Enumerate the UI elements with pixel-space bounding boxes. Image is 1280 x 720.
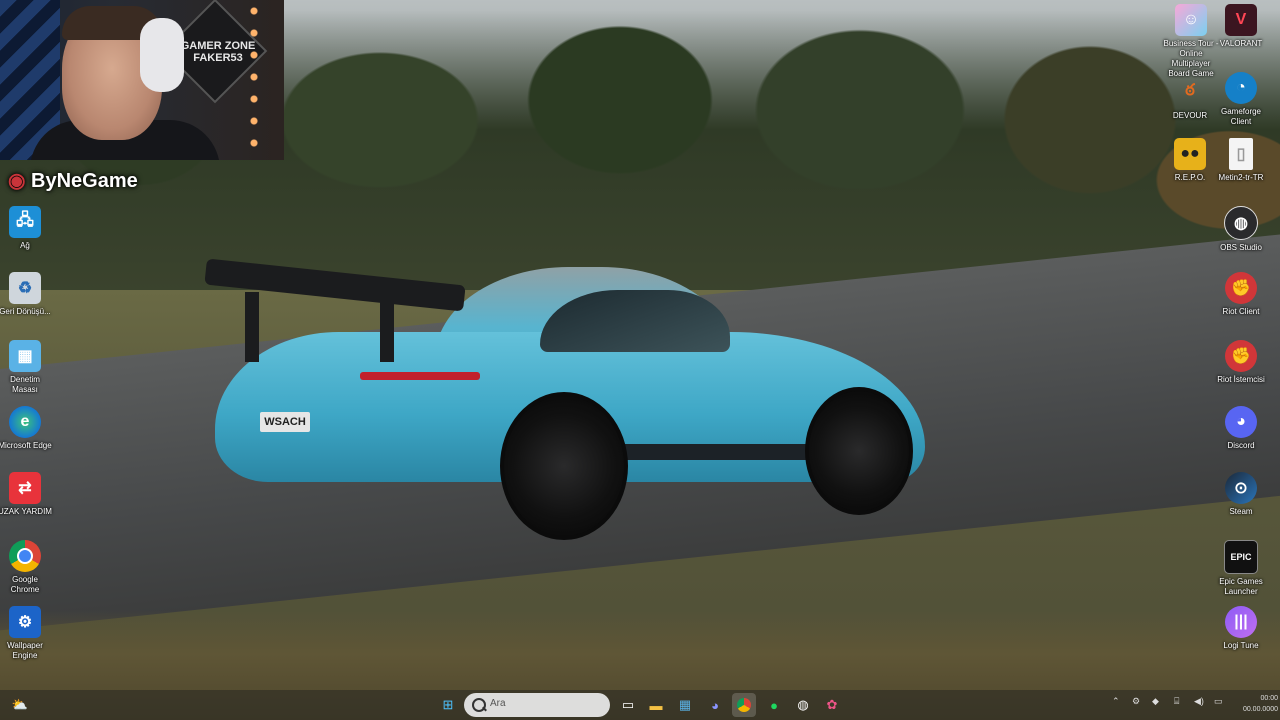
car-front-wheel	[805, 387, 913, 515]
desktop-icon-label: Ağ	[20, 241, 30, 250]
car-wing-post	[245, 292, 259, 362]
clock-date: 00.00.0000	[1242, 706, 1278, 713]
webcam-headset	[140, 18, 184, 92]
valorant-icon: V	[1225, 4, 1257, 36]
discord-icon: ◕	[1225, 406, 1257, 438]
steam-icon: ⊙	[1225, 472, 1257, 504]
desktop-icon-label: Microsoft Edge	[0, 441, 52, 450]
desktop-icon-label: Discord	[1227, 441, 1255, 450]
desktop-icon-label: Business Tour - Online Multiplayer Board…	[1163, 39, 1219, 78]
desktop-icon-devour[interactable]: ఠ DEVOUR	[1163, 76, 1217, 121]
desktop-icon-label: Geri Dönüşü...	[0, 307, 51, 316]
desktop-icon-discord[interactable]: ◕ Discord	[1214, 406, 1268, 451]
desktop-icon-logi-tune[interactable]: ||| Logi Tune	[1214, 606, 1268, 651]
desktop-icon-network[interactable]: 🖧 Ağ	[0, 206, 52, 251]
desktop-icon-label: Steam	[1229, 507, 1253, 516]
search-placeholder: Ara	[490, 698, 506, 709]
desktop-icon-label: Epic Games Launcher	[1219, 577, 1263, 596]
desktop-icon-edge[interactable]: e Microsoft Edge	[0, 406, 52, 451]
riot-istemcisi-icon: ✊	[1225, 340, 1257, 372]
desktop-icon-label: Logi Tune	[1223, 641, 1259, 650]
task-view-icon[interactable]: ▭	[616, 693, 640, 717]
desktop-icon-obs[interactable]: ◍ OBS Studio	[1214, 206, 1268, 253]
discord-icon[interactable]: ◕	[703, 693, 727, 717]
chevron-up-icon[interactable]: ⌃	[1112, 696, 1120, 707]
desktop-icon-wallpaper-engine[interactable]: ⚙ Wallpaper Engine	[0, 606, 52, 661]
obs-icon: ◍	[1224, 206, 1258, 240]
store-icon[interactable]: ▦	[673, 693, 697, 717]
car-license-plate: WSACH	[260, 412, 310, 432]
desktop-icon-label: R.E.P.O.	[1174, 173, 1206, 182]
car-side-stripe	[618, 444, 812, 460]
business-tour-icon: ☺	[1175, 4, 1207, 36]
desktop-icon-remote-help[interactable]: ⇄ UZAK YARDIM	[0, 472, 52, 517]
car-rear-wing	[204, 258, 466, 312]
desktop-icon-repo[interactable]: ●● R.E.P.O.	[1163, 138, 1217, 183]
desktop-icon-label: UZAK YARDIM	[0, 507, 52, 516]
car-taillight	[360, 372, 480, 380]
file-explorer-icon[interactable]: ▬	[644, 693, 668, 717]
desktop-icon-label: Google Chrome	[10, 575, 40, 594]
desktop-icon-control-panel[interactable]: ▦ Denetim Masası	[0, 340, 52, 395]
desktop-icon-label: DEVOUR	[1172, 111, 1208, 120]
webcam-overlay: GAMER ZONE FAKER53	[0, 0, 284, 160]
file-icon: ▯	[1229, 138, 1253, 170]
recycle-bin-icon: ♻	[9, 272, 41, 304]
spotify-icon[interactable]: ●	[762, 693, 786, 717]
desktop-icon-recycle-bin[interactable]: ♻ Geri Dönüşü...	[0, 272, 52, 317]
watermark-text: ByNeGame	[31, 170, 138, 192]
desktop-icon-valorant[interactable]: V VALORANT	[1214, 4, 1268, 49]
watermark-logo-icon: ◉	[8, 170, 26, 192]
taskbar: ⛅ ⊞ Ara ▭ ▬ ▦ ◕ ● ◍ ✿ ⌃ ⚙ ◆ ⌸ ◀) ▭ 00:00…	[0, 690, 1280, 720]
repo-icon: ●●	[1174, 138, 1206, 170]
devour-icon: ఠ	[1185, 82, 1195, 99]
wallpaper-car: WSACH	[204, 258, 935, 540]
desktop-icon-label: Metin2-tr-TR	[1218, 173, 1264, 182]
webcam-fairy-lights	[246, 0, 262, 160]
desktop-icon-label: Wallpaper Engine	[7, 641, 43, 660]
battery-icon[interactable]: ▭	[1214, 696, 1223, 707]
desktop-icon-chrome[interactable]: Google Chrome	[0, 540, 52, 595]
logi-tune-icon: |||	[1225, 606, 1257, 638]
obs-icon[interactable]: ◍	[791, 693, 815, 717]
desktop-icon-riot-client[interactable]: ✊ Riot Client	[1214, 272, 1268, 317]
taskbar-clock[interactable]: 00:00 00.00.0000	[1232, 693, 1278, 715]
desktop-icon-label: VALORANT	[1219, 39, 1263, 48]
desktop-icon-riot-istemcisi[interactable]: ✊ Riot İstemcisi	[1214, 340, 1268, 385]
network-icon: 🖧	[9, 206, 41, 238]
desktop-icon-metin2[interactable]: ▯ Metin2-tr-TR	[1214, 138, 1268, 183]
wallpaper-engine-icon: ⚙	[9, 606, 41, 638]
desktop-icon-gameforge[interactable]: ◔ Gameforge Client	[1214, 72, 1268, 127]
desktop-icon-business-tour[interactable]: ☺ Business Tour - Online Multiplayer Boa…	[1163, 4, 1219, 79]
stream-watermark: ◉ ByNeGame	[8, 168, 138, 193]
desktop-icon-label: Riot İstemcisi	[1217, 375, 1265, 384]
tray-app-icon[interactable]: ◆	[1152, 696, 1159, 707]
desktop-icon-steam[interactable]: ⊙ Steam	[1214, 472, 1268, 517]
car-wing-post	[380, 292, 394, 362]
chrome-icon[interactable]	[732, 693, 756, 717]
app-icon[interactable]: ✿	[820, 693, 844, 717]
remote-help-icon: ⇄	[9, 472, 41, 504]
gameforge-icon: ◔	[1225, 72, 1257, 104]
desktop-icon-label: Gameforge Client	[1220, 107, 1262, 126]
riot-client-icon: ✊	[1225, 272, 1257, 304]
windows-start-icon[interactable]: ⊞	[436, 693, 460, 717]
tray-app-icon[interactable]: ⚙	[1132, 696, 1140, 707]
taskbar-search[interactable]: Ara	[464, 693, 610, 717]
desktop-icon-epic-games[interactable]: EPIC Epic Games Launcher	[1214, 540, 1268, 597]
desktop-icon-label: Denetim Masası	[10, 375, 40, 394]
control-panel-icon: ▦	[9, 340, 41, 372]
volume-icon[interactable]: ◀)	[1194, 696, 1204, 707]
weather-widget-icon[interactable]: ⛅	[8, 693, 32, 717]
clock-time: 00:00	[1260, 695, 1278, 702]
desktop-icon-label: Riot Client	[1222, 307, 1260, 316]
car-rear-wheel	[500, 392, 628, 540]
epic-games-icon: EPIC	[1224, 540, 1258, 574]
desktop-icon-label: OBS Studio	[1220, 243, 1262, 252]
chrome-icon	[9, 540, 41, 572]
network-icon[interactable]: ⌸	[1174, 696, 1179, 707]
edge-icon: e	[9, 406, 41, 438]
